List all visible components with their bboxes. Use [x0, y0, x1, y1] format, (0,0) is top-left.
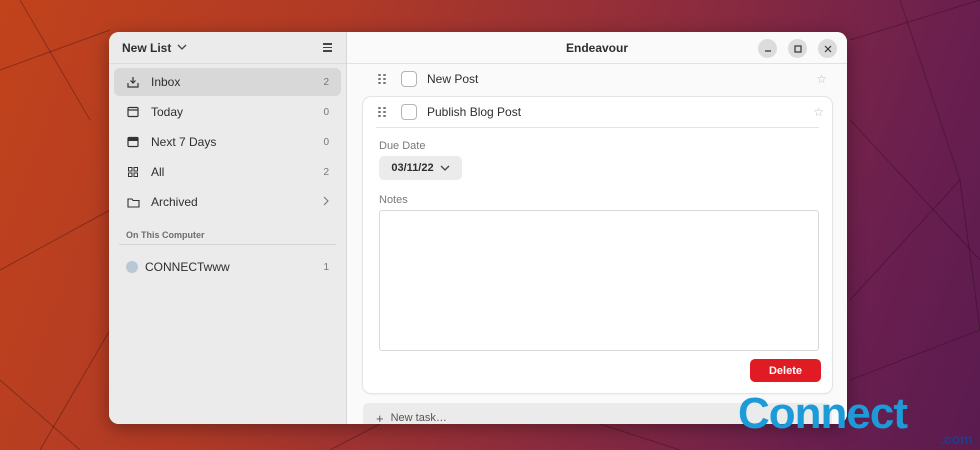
- sidebar-item-count: 0: [323, 136, 329, 148]
- folder-icon: [126, 195, 140, 209]
- due-date-button[interactable]: 03/11/22: [379, 156, 462, 180]
- due-date-label: Due Date: [379, 140, 426, 152]
- source-item-count: 1: [323, 261, 329, 273]
- calendar-today-icon: [126, 105, 140, 119]
- star-icon[interactable]: ☆: [816, 72, 827, 86]
- watermark-suffix: .com: [940, 431, 973, 447]
- minimize-icon: [764, 49, 771, 52]
- section-title: On This Computer: [126, 230, 205, 240]
- notes-textarea[interactable]: [379, 210, 819, 351]
- drag-handle-icon[interactable]: [378, 73, 386, 85]
- task-title: New Post: [427, 72, 479, 86]
- sidebar-item-label: Archived: [151, 195, 198, 209]
- maximize-button[interactable]: [788, 39, 807, 58]
- sidebar-item-label: Today: [151, 105, 184, 119]
- sidebar-nav: Inbox 2 Today 0 Next 7 Days 0 All 2 Arch…: [109, 64, 346, 222]
- sidebar-item-label: Inbox: [151, 75, 181, 89]
- watermark-logo: Connect .com: [734, 389, 980, 450]
- sidebar-item-count: 2: [323, 166, 329, 178]
- task-row[interactable]: New Post ☆: [347, 64, 847, 94]
- chevron-down-icon: [177, 42, 187, 53]
- sidebar-item-inbox[interactable]: Inbox 2: [114, 68, 341, 96]
- task-checkbox[interactable]: [401, 71, 417, 87]
- source-item-connectwww[interactable]: CONNECTwww 1: [109, 253, 346, 281]
- maximize-icon: [793, 44, 802, 53]
- star-icon[interactable]: ☆: [813, 105, 824, 119]
- main-pane: Endeavour New Post ☆ Publish Blog Post ☆…: [347, 32, 847, 424]
- hamburger-menu-icon[interactable]: [320, 41, 334, 55]
- list-color-dot: [126, 261, 138, 273]
- source-item-label: CONNECTwww: [145, 260, 230, 274]
- titlebar: Endeavour: [347, 32, 847, 64]
- sidebar-item-label: Next 7 Days: [151, 135, 217, 149]
- close-button[interactable]: [818, 39, 837, 58]
- divider: [376, 127, 819, 128]
- close-icon: [824, 45, 831, 52]
- sidebar: New List Inbox 2 Today 0 Next 7 Days 0 A…: [109, 32, 347, 424]
- sidebar-item-today[interactable]: Today 0: [114, 98, 341, 126]
- sidebar-item-count: 0: [323, 106, 329, 118]
- new-list-button[interactable]: New List: [122, 41, 187, 55]
- drag-handle-icon[interactable]: [378, 106, 386, 118]
- sidebar-item-count: 2: [323, 76, 329, 88]
- grid-icon: [126, 165, 140, 179]
- task-checkbox[interactable]: [401, 104, 417, 120]
- window-title: Endeavour: [565, 40, 628, 55]
- notes-label: Notes: [379, 194, 408, 206]
- sidebar-item-all[interactable]: All 2: [114, 158, 341, 186]
- task-title: Publish Blog Post: [427, 105, 522, 119]
- task-detail-card: Publish Blog Post ☆ Due Date 03/11/22 No…: [363, 97, 832, 393]
- watermark-text: Connect: [738, 389, 908, 438]
- due-date-value: 03/11/22: [391, 162, 434, 174]
- sidebar-header: New List: [109, 32, 346, 64]
- divider: [119, 244, 336, 245]
- minimize-button[interactable]: [758, 39, 777, 58]
- chevron-right-icon: [323, 196, 329, 209]
- task-row-expanded[interactable]: Publish Blog Post ☆: [363, 97, 832, 127]
- inbox-icon: [126, 75, 140, 89]
- delete-button[interactable]: Delete: [750, 359, 821, 382]
- app-window: New List Inbox 2 Today 0 Next 7 Days 0 A…: [109, 32, 847, 424]
- new-list-label: New List: [122, 40, 172, 55]
- sidebar-item-label: All: [151, 165, 165, 179]
- sidebar-item-archived[interactable]: Archived: [114, 188, 341, 216]
- calendar-week-icon: [126, 135, 140, 149]
- sidebar-item-next-7-days[interactable]: Next 7 Days 0: [114, 128, 341, 156]
- chevron-down-icon: [440, 165, 450, 171]
- plus-icon: +: [376, 410, 384, 425]
- window-controls: [758, 39, 837, 58]
- new-task-placeholder: New task…: [390, 412, 447, 424]
